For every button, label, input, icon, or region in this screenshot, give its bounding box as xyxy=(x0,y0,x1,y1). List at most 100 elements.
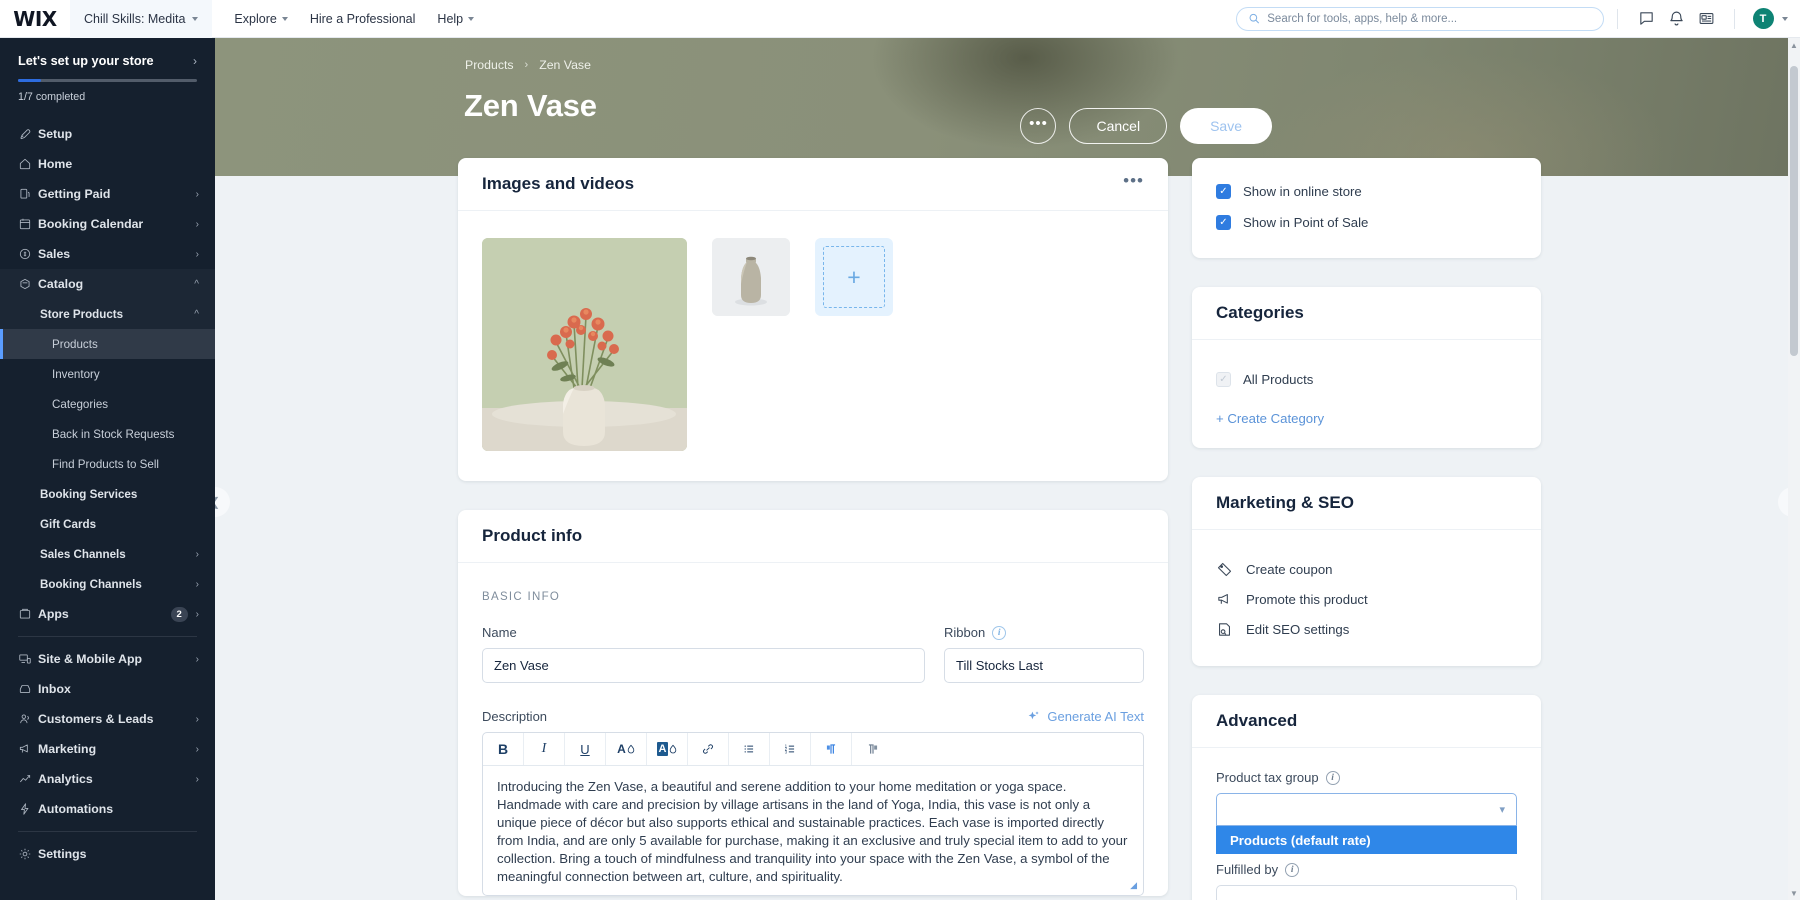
category-label: All Products xyxy=(1243,372,1314,387)
sidebar-item-products[interactable]: Products xyxy=(0,329,215,359)
fulfilled-by-select[interactable] xyxy=(1216,885,1517,900)
sidebar-item-inventory[interactable]: Inventory xyxy=(0,359,215,389)
sidebar-item-booking-calendar[interactable]: Booking Calendar › xyxy=(0,209,215,239)
scroll-up-arrow-icon[interactable]: ▲ xyxy=(1788,38,1800,52)
ribbon-input[interactable] xyxy=(944,648,1144,683)
sidebar-item-catalog[interactable]: Catalog ^ xyxy=(0,269,215,299)
chevron-right-icon[interactable]: › xyxy=(196,744,199,755)
chat-icon[interactable] xyxy=(1631,4,1661,34)
resize-handle-icon[interactable]: ◢ xyxy=(1130,879,1137,891)
page-scrollbar[interactable]: ▲ ▼ xyxy=(1788,38,1800,900)
more-options-button[interactable]: ••• xyxy=(1020,108,1057,144)
scrollbar-thumb[interactable] xyxy=(1790,66,1798,356)
sidebar-item-customers-leads[interactable]: Customers & Leads › xyxy=(0,704,215,734)
sidebar-nav: Setup Home Getting Paid › Booking Calendar › S… xyxy=(0,117,215,869)
top-nav-explore[interactable]: Explore xyxy=(234,12,288,26)
edit-seo-settings-link[interactable]: Edit SEO settings xyxy=(1216,614,1517,644)
chevron-up-icon[interactable]: ^ xyxy=(194,279,199,290)
site-selector[interactable]: Chill Skills: Medita xyxy=(70,0,213,38)
underline-icon[interactable]: U xyxy=(565,733,606,765)
sidebar-item-sales-channels[interactable]: Sales Channels › xyxy=(0,539,215,569)
generate-ai-text-button[interactable]: Generate AI Text xyxy=(1027,709,1144,724)
checkbox-icon[interactable]: ✓ xyxy=(1216,372,1231,387)
sidebar-item-settings[interactable]: Settings xyxy=(0,839,215,869)
wix-logo[interactable]: WIX xyxy=(0,7,70,31)
sidebar-item-booking-channels[interactable]: Booking Channels › xyxy=(0,569,215,599)
sidebar-item-home[interactable]: Home xyxy=(0,149,215,179)
bold-icon[interactable]: B xyxy=(483,733,524,765)
scroll-down-arrow-icon[interactable]: ▼ xyxy=(1788,886,1800,900)
align-ltr-icon[interactable] xyxy=(852,733,893,765)
sidebar-item-analytics[interactable]: Analytics › xyxy=(0,764,215,794)
sidebar-item-sales[interactable]: Sales › xyxy=(0,239,215,269)
product-tax-group-select[interactable]: ▾ xyxy=(1216,793,1517,826)
sidebar-item-store-products[interactable]: Store Products ^ xyxy=(0,299,215,329)
numbered-list-icon[interactable]: 123 xyxy=(770,733,811,765)
global-search[interactable] xyxy=(1236,6,1604,31)
category-item-all-products[interactable]: ✓ All Products xyxy=(1216,364,1517,395)
images-card-more-icon[interactable]: ••• xyxy=(1123,171,1144,198)
chevron-right-icon[interactable]: › xyxy=(196,609,199,620)
checkbox-icon[interactable]: ✓ xyxy=(1216,215,1231,230)
chevron-right-icon[interactable]: › xyxy=(196,219,199,230)
chevron-right-icon[interactable]: › xyxy=(196,654,199,665)
visibility-option-2[interactable]: ✓ Show in Point of Sale xyxy=(1216,207,1517,238)
sidebar-item-inbox[interactable]: Inbox xyxy=(0,674,215,704)
visibility-card: ✓ Show in online store ✓ Show in Point of S… xyxy=(1192,158,1541,258)
chevron-right-icon[interactable]: › xyxy=(193,54,197,68)
top-nav-hire[interactable]: Hire a Professional xyxy=(310,12,416,26)
sidebar-item-marketing[interactable]: Marketing › xyxy=(0,734,215,764)
highlight-color-icon[interactable]: A xyxy=(647,733,688,765)
sidebar-item-site-mobile-app[interactable]: Site & Mobile App › xyxy=(0,644,215,674)
sidebar-item-gift-cards[interactable]: Gift Cards xyxy=(0,509,215,539)
sidebar-item-label: Settings xyxy=(38,847,87,861)
sidebar-item-booking-services[interactable]: Booking Services xyxy=(0,479,215,509)
cancel-button[interactable]: Cancel xyxy=(1069,108,1168,144)
create-category-link[interactable]: + Create Category xyxy=(1216,411,1517,426)
checkbox-icon[interactable]: ✓ xyxy=(1216,184,1231,199)
sidebar-item-back-in-stock-requests[interactable]: Back in Stock Requests xyxy=(0,419,215,449)
product-tax-group-option[interactable]: Products (default rate) xyxy=(1216,826,1517,854)
setup-progress-card[interactable]: Let's set up your store › 1/7 completed xyxy=(0,38,215,117)
search-input[interactable] xyxy=(1267,12,1592,25)
sidebar-item-setup[interactable]: Setup xyxy=(0,119,215,149)
main-column: Images and videos ••• + Product info BAS… xyxy=(458,158,1168,900)
news-icon[interactable] xyxy=(1691,4,1721,34)
home-icon xyxy=(18,157,38,171)
sidebar-item-categories[interactable]: Categories xyxy=(0,389,215,419)
add-media-button[interactable]: + xyxy=(815,238,893,316)
name-input[interactable] xyxy=(482,648,925,683)
info-icon[interactable]: i xyxy=(1325,770,1340,785)
text-color-icon[interactable]: A xyxy=(606,733,647,765)
description-textarea[interactable]: Introducing the Zen Vase, a beautiful an… xyxy=(483,766,1143,895)
sidebar-item-getting-paid[interactable]: Getting Paid › xyxy=(0,179,215,209)
save-button[interactable]: Save xyxy=(1180,108,1272,144)
bulleted-list-icon[interactable] xyxy=(729,733,770,765)
chevron-right-icon[interactable]: › xyxy=(196,249,199,260)
chevron-right-icon[interactable]: › xyxy=(196,774,199,785)
info-icon[interactable]: i xyxy=(1285,862,1300,877)
chevron-up-icon[interactable]: ^ xyxy=(194,309,199,320)
sidebar-item-automations[interactable]: Automations xyxy=(0,794,215,824)
visibility-option-1[interactable]: ✓ Show in online store xyxy=(1216,176,1517,207)
chevron-right-icon[interactable]: › xyxy=(196,714,199,725)
italic-icon[interactable]: I xyxy=(524,733,565,765)
avatar[interactable]: T xyxy=(1748,4,1778,34)
promote-product-link[interactable]: Promote this product xyxy=(1216,584,1517,614)
align-rtl-icon[interactable] xyxy=(811,733,852,765)
product-image-primary[interactable] xyxy=(482,238,687,451)
product-image-thumbnail[interactable] xyxy=(712,238,790,316)
divider xyxy=(1617,8,1618,29)
chevron-right-icon[interactable]: › xyxy=(196,189,199,200)
top-nav-help[interactable]: Help xyxy=(437,12,475,26)
chevron-right-icon[interactable]: › xyxy=(196,579,199,590)
chevron-down-icon[interactable] xyxy=(1782,16,1788,21)
breadcrumb-products[interactable]: Products xyxy=(465,58,514,72)
sidebar-item-apps[interactable]: Apps 2 › xyxy=(0,599,215,629)
info-icon[interactable]: i xyxy=(992,625,1007,640)
create-coupon-link[interactable]: Create coupon xyxy=(1216,554,1517,584)
link-icon[interactable] xyxy=(688,733,729,765)
sidebar-item-find-products-to-sell[interactable]: Find Products to Sell xyxy=(0,449,215,479)
chevron-right-icon[interactable]: › xyxy=(196,549,199,560)
bell-icon[interactable] xyxy=(1661,4,1691,34)
